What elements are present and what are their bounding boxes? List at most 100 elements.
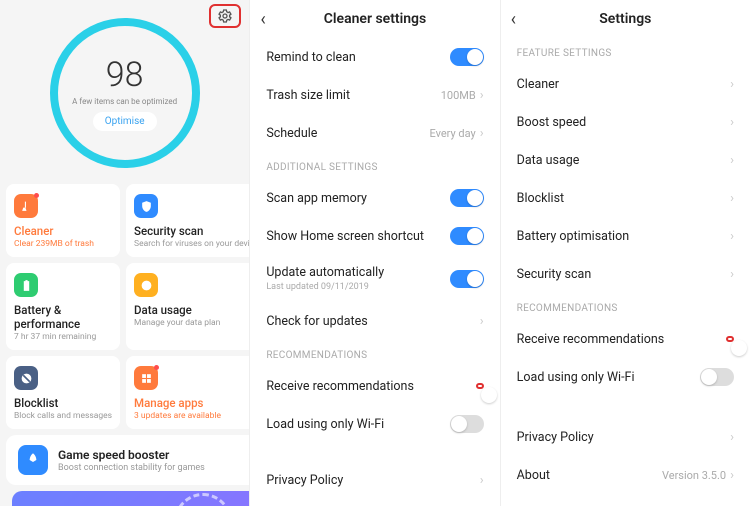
label: Trash size limit bbox=[266, 88, 350, 103]
card-title: Data usage bbox=[134, 303, 249, 317]
card-title: Cleaner bbox=[14, 224, 112, 238]
row-home-shortcut[interactable]: Show Home screen shortcut bbox=[250, 217, 499, 255]
security-app-home: 98 A few items can be optimized Optimise… bbox=[0, 0, 249, 506]
cleaner-settings-screen: ‹ Cleaner settings Remind to clean Trash… bbox=[249, 0, 499, 506]
security-settings-screen: ‹ Settings FEATURE SETTINGS Cleaner › Boo… bbox=[500, 0, 750, 506]
settings-button-highlight bbox=[209, 4, 241, 28]
toggle[interactable] bbox=[700, 368, 734, 386]
row-wifi-only[interactable]: Load using only Wi-Fi bbox=[250, 405, 499, 443]
chevron-right-icon: › bbox=[730, 115, 734, 130]
value: Version 3.5.0 bbox=[662, 469, 726, 482]
chevron-right-icon: › bbox=[730, 77, 734, 92]
card-title: Manage apps bbox=[134, 396, 249, 410]
label: About bbox=[517, 468, 550, 483]
row-schedule[interactable]: Schedule Every day › bbox=[250, 114, 499, 152]
label: Security scan bbox=[517, 267, 592, 282]
toggle[interactable] bbox=[450, 270, 484, 288]
rocket-icon bbox=[18, 445, 48, 475]
optimise-button[interactable]: Optimise bbox=[93, 112, 157, 131]
card-security[interactable]: Security scan Search for viruses on your… bbox=[126, 184, 249, 257]
row-remind[interactable]: Remind to clean bbox=[250, 38, 499, 76]
back-icon[interactable]: ‹ bbox=[260, 9, 280, 30]
row-blocklist[interactable]: Blocklist› bbox=[501, 179, 750, 217]
row-privacy[interactable]: Privacy Policy › bbox=[501, 418, 750, 456]
chevron-right-icon: › bbox=[480, 314, 484, 329]
row-about[interactable]: About Version 3.5.0 › bbox=[501, 456, 750, 494]
row-privacy[interactable]: Privacy Policy › bbox=[250, 461, 499, 499]
toggle[interactable] bbox=[450, 48, 484, 66]
section-additional: ADDITIONAL SETTINGS bbox=[250, 152, 499, 179]
row-auto-update[interactable]: Update automatically Last updated 09/11/… bbox=[250, 255, 499, 302]
card-data[interactable]: Data usage Manage your data plan bbox=[126, 263, 249, 350]
chevron-right-icon: › bbox=[730, 229, 734, 244]
label: Load using only Wi-Fi bbox=[517, 370, 635, 385]
chevron-right-icon: › bbox=[730, 153, 734, 168]
card-title: Blocklist bbox=[14, 396, 112, 410]
label: Receive recommendations bbox=[266, 379, 414, 394]
card-cleaner[interactable]: Cleaner Clear 239MB of trash bbox=[6, 184, 120, 257]
value: 100MB bbox=[441, 89, 476, 102]
label: Show Home screen shortcut bbox=[266, 229, 424, 244]
brush-icon bbox=[14, 194, 38, 218]
card-title: Security scan bbox=[134, 224, 249, 238]
row-receive-recommendations[interactable]: Receive recommendations bbox=[501, 320, 750, 358]
toggle[interactable] bbox=[450, 415, 484, 433]
label: Battery optimisation bbox=[517, 229, 629, 244]
row-cleaner[interactable]: Cleaner › bbox=[501, 65, 750, 103]
booster-sub: Boost connection stability for games bbox=[58, 463, 205, 473]
label: Load using only Wi-Fi bbox=[266, 417, 384, 432]
row-scan-memory[interactable]: Scan app memory bbox=[250, 179, 499, 217]
card-sub: Clear 239MB of trash bbox=[14, 239, 112, 249]
value: Every day bbox=[429, 127, 475, 140]
chevron-right-icon: › bbox=[480, 126, 484, 141]
card-blocklist[interactable]: Blocklist Block calls and messages bbox=[6, 356, 120, 429]
label: Receive recommendations bbox=[517, 332, 665, 347]
section-feature: FEATURE SETTINGS bbox=[501, 38, 750, 65]
booster-banner[interactable] bbox=[12, 491, 249, 506]
score-subtitle: A few items can be optimized bbox=[72, 97, 177, 106]
battery-icon bbox=[14, 273, 38, 297]
page-title: Settings bbox=[531, 11, 720, 27]
row-trash-limit[interactable]: Trash size limit 100MB› bbox=[250, 76, 499, 114]
card-sub: 7 hr 37 min remaining bbox=[14, 332, 112, 342]
card-manage-apps[interactable]: Manage apps 3 updates are available bbox=[126, 356, 249, 429]
chevron-right-icon: › bbox=[730, 468, 734, 483]
blocklist-icon bbox=[14, 366, 38, 390]
label: Schedule bbox=[266, 126, 317, 141]
toggle[interactable] bbox=[450, 189, 484, 207]
score-ring: 98 A few items can be optimized Optimise bbox=[50, 18, 200, 168]
card-battery[interactable]: Battery & performance 7 hr 37 min remain… bbox=[6, 263, 120, 350]
row-wifi-only[interactable]: Load using only Wi-Fi bbox=[501, 358, 750, 396]
card-sub: Manage your data plan bbox=[134, 318, 249, 328]
card-title: Battery & performance bbox=[14, 303, 112, 331]
data-icon bbox=[134, 273, 158, 297]
card-sub: 3 updates are available bbox=[134, 411, 249, 421]
label: Privacy Policy bbox=[517, 430, 594, 445]
row-security[interactable]: Security scan › bbox=[501, 255, 750, 293]
toggle[interactable] bbox=[450, 227, 484, 245]
label: Cleaner bbox=[517, 77, 559, 92]
gear-icon[interactable] bbox=[217, 8, 233, 24]
card-game-booster[interactable]: Game speed booster Boost connection stab… bbox=[6, 435, 249, 485]
highlight bbox=[476, 383, 484, 389]
row-boost[interactable]: Boost speed › bbox=[501, 103, 750, 141]
back-icon[interactable]: ‹ bbox=[511, 9, 531, 30]
label: Boost speed bbox=[517, 115, 586, 130]
label: Check for updates bbox=[266, 314, 367, 329]
label: Remind to clean bbox=[266, 50, 356, 65]
row-check-updates[interactable]: Check for updates › bbox=[250, 302, 499, 340]
label: Update automatically bbox=[266, 265, 384, 280]
label: Privacy Policy bbox=[266, 473, 343, 488]
row-data[interactable]: Data usage › bbox=[501, 141, 750, 179]
row-receive-recommendations[interactable]: Receive recommendations bbox=[250, 367, 499, 405]
card-sub: Block calls and messages bbox=[14, 411, 112, 421]
chevron-right-icon: › bbox=[730, 267, 734, 282]
chevron-right-icon: › bbox=[730, 430, 734, 445]
page-title: Cleaner settings bbox=[280, 11, 469, 27]
apps-icon bbox=[134, 366, 158, 390]
sub: Last updated 09/11/2019 bbox=[266, 282, 384, 292]
label: Blocklist bbox=[517, 191, 564, 206]
row-battery[interactable]: Battery optimisation › bbox=[501, 217, 750, 255]
label: Data usage bbox=[517, 153, 580, 168]
section-recommendations: RECOMMENDATIONS bbox=[250, 340, 499, 367]
